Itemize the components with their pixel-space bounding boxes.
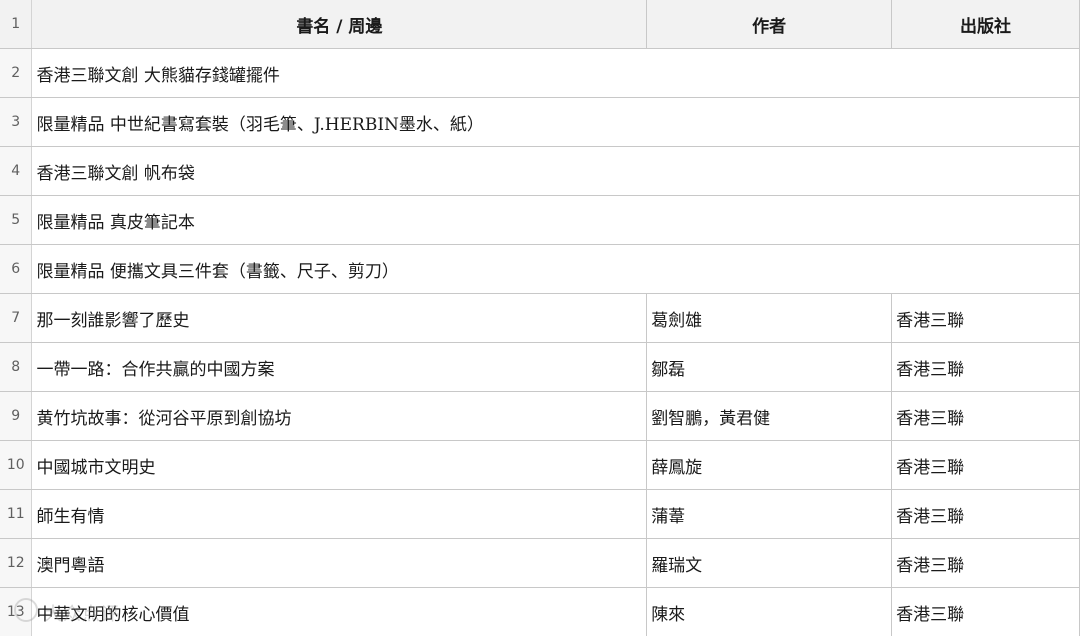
title-cell[interactable]: 限量精品 便攜文具三件套（書籤、尺子、剪刀） (31, 244, 1080, 294)
title-cell[interactable]: 限量精品 中世紀書寫套裝（羽毛筆、J.HERBIN墨水、紙） (31, 97, 1080, 147)
row-number[interactable]: 4 (0, 146, 33, 196)
table-row: 4 香港三聯文創 帆布袋 (0, 146, 1080, 196)
title-cell[interactable]: 澳門粵語 (31, 538, 648, 588)
column-header-publisher[interactable]: 出版社 (891, 0, 1080, 49)
spreadsheet: 1 書名 / 周邊 作者 出版社 2 香港三聯文創 大熊貓存錢罐擺件 3 限量精… (0, 0, 1080, 636)
publisher-cell[interactable]: 香港三聯 (891, 538, 1080, 588)
title-cell[interactable]: 師生有情 (31, 489, 648, 539)
table-row: 2 香港三聯文創 大熊貓存錢罐擺件 (0, 48, 1080, 98)
table-row: 9 黄竹坑故事：從河谷平原到創協坊 劉智鵬，黃君健 香港三聯 (0, 391, 1080, 441)
row-number[interactable]: 6 (0, 244, 33, 294)
title-cell[interactable]: 限量精品 真皮筆記本 (31, 195, 1080, 245)
table-row: 5 限量精品 真皮筆記本 (0, 195, 1080, 245)
author-cell[interactable]: 劉智鵬，黃君健 (646, 391, 893, 441)
row-number[interactable]: 5 (0, 195, 33, 245)
table-row: 13 中華文明的核心價值 陳來 香港三聯 (0, 587, 1080, 636)
table-row: 6 限量精品 便攜文具三件套（書籤、尺子、剪刀） (0, 244, 1080, 294)
table-row: 3 限量精品 中世紀書寫套裝（羽毛筆、J.HERBIN墨水、紙） (0, 97, 1080, 147)
row-number[interactable]: 2 (0, 48, 33, 98)
row-number[interactable]: 1 (0, 0, 33, 49)
row-number[interactable]: 12 (0, 538, 33, 588)
row-number[interactable]: 10 (0, 440, 33, 490)
row-number[interactable]: 9 (0, 391, 33, 441)
publisher-cell[interactable]: 香港三聯 (891, 587, 1080, 636)
row-number[interactable]: 8 (0, 342, 33, 392)
row-number[interactable]: 13 (0, 587, 33, 636)
table-row: 7 那一刻誰影響了歷史 葛劍雄 香港三聯 (0, 293, 1080, 343)
title-cell[interactable]: 中國城市文明史 (31, 440, 648, 490)
publisher-cell[interactable]: 香港三聯 (891, 342, 1080, 392)
author-cell[interactable]: 蒲葦 (646, 489, 893, 539)
title-cell[interactable]: 香港三聯文創 帆布袋 (31, 146, 1080, 196)
table-row: 12 澳門粵語 羅瑞文 香港三聯 (0, 538, 1080, 588)
row-number[interactable]: 3 (0, 97, 33, 147)
title-cell[interactable]: 中華文明的核心價值 (31, 587, 648, 636)
column-header-author[interactable]: 作者 (646, 0, 893, 49)
author-cell[interactable]: 陳來 (646, 587, 893, 636)
table-row: 10 中國城市文明史 薛鳳旋 香港三聯 (0, 440, 1080, 490)
title-cell[interactable]: 黄竹坑故事：從河谷平原到創協坊 (31, 391, 648, 441)
spreadsheet-grid: 1 書名 / 周邊 作者 出版社 2 香港三聯文創 大熊貓存錢罐擺件 3 限量精… (0, 0, 1080, 636)
header-row: 1 書名 / 周邊 作者 出版社 (0, 0, 1080, 49)
table-row: 11 師生有情 蒲葦 香港三聯 (0, 489, 1080, 539)
publisher-cell[interactable]: 香港三聯 (891, 293, 1080, 343)
author-cell[interactable]: 羅瑞文 (646, 538, 893, 588)
author-cell[interactable]: 薛鳳旋 (646, 440, 893, 490)
row-number[interactable]: 7 (0, 293, 33, 343)
table-row: 8 一帶一路：合作共贏的中國方案 鄒磊 香港三聯 (0, 342, 1080, 392)
title-cell[interactable]: 香港三聯文創 大熊貓存錢罐擺件 (31, 48, 1080, 98)
publisher-cell[interactable]: 香港三聯 (891, 489, 1080, 539)
author-cell[interactable]: 葛劍雄 (646, 293, 893, 343)
author-cell[interactable]: 鄒磊 (646, 342, 893, 392)
row-number[interactable]: 11 (0, 489, 33, 539)
column-header-title[interactable]: 書名 / 周邊 (31, 0, 648, 49)
title-cell[interactable]: 那一刻誰影響了歷史 (31, 293, 648, 343)
publisher-cell[interactable]: 香港三聯 (891, 391, 1080, 441)
title-cell[interactable]: 一帶一路：合作共贏的中國方案 (31, 342, 648, 392)
publisher-cell[interactable]: 香港三聯 (891, 440, 1080, 490)
